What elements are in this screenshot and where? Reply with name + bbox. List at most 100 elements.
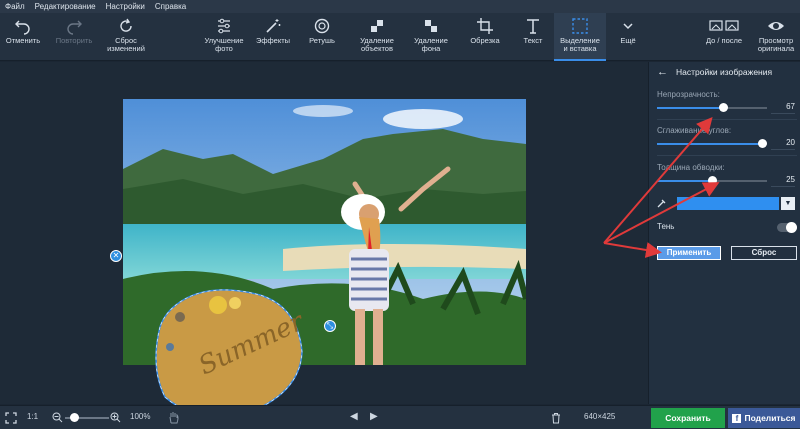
resize-handle[interactable]: ⤡ [324,320,336,332]
status-bar: 1:1 100% ◀ ▶ 640×425 Сохранить f Поделит… [0,405,800,429]
redo-label: Повторить [55,36,93,45]
shadow-label: Тень [657,222,675,231]
text-button[interactable]: Текст [512,13,554,61]
menu-file[interactable]: Файл [0,2,30,11]
remove-objects-label: Удаление объектов [360,36,394,53]
selection-icon [572,18,588,34]
eye-icon [768,22,784,30]
undo-icon [15,20,30,35]
reset-icon [120,18,132,32]
summer-sticker[interactable]: Summer [140,287,305,422]
panel-title: Настройки изображения [676,67,773,77]
stroke-color-swatch[interactable] [677,196,779,210]
before-after-button[interactable]: До / после [698,13,750,61]
zoom-out-icon[interactable] [52,412,63,423]
zoom-knob[interactable] [70,413,79,422]
menu-edit[interactable]: Редактирование [30,2,101,11]
crop-button[interactable]: Обрезка [462,13,508,61]
photo-editor-window: Файл Редактирование Настройки Справка От… [0,0,800,429]
retouch-icon [314,18,330,34]
enhance-button[interactable]: Улучшение фото [198,13,250,61]
toolbar: Отменить Повторить Сброс изменений Улучш… [0,13,800,61]
image-settings-panel: ← Настройки изображения Непрозрачность: … [648,62,800,404]
shadow-toggle[interactable] [777,222,797,233]
undo-label: Отменить [5,36,41,45]
canvas-area[interactable]: Summer ✕ ⤡ [0,62,648,418]
stroke-color-row: ▼ [657,196,797,210]
select-insert-button[interactable]: Выделение и вставка [554,13,606,61]
smoothing-knob[interactable] [758,139,767,148]
opacity-value[interactable]: 67 [771,102,795,114]
ratio-button[interactable]: 1:1 [27,412,38,421]
back-arrow-icon[interactable]: ← [657,66,668,78]
trash-icon[interactable] [551,412,561,424]
remove-objects-button[interactable]: Удаление объектов [352,13,402,61]
smoothing-value[interactable]: 20 [771,138,795,150]
undo-button[interactable]: Отменить [2,13,44,61]
effects-button[interactable]: Эффекты [250,13,296,61]
opacity-slider: Непрозрачность: 67 [657,90,797,115]
before-after-label: До / после [705,36,743,45]
hand-icon[interactable] [168,411,180,424]
retouch-label: Ретушь [309,36,335,45]
view-original-label: Просмотр оригинала [757,36,795,53]
remove-objects-icon [371,20,383,32]
stroke-width-slider: Толщина обводки: 25 [657,163,797,188]
reset-changes-label: Сброс изменений [107,36,145,53]
text-icon [527,19,539,34]
menu-help[interactable]: Справка [150,2,191,11]
remove-background-icon [425,20,437,32]
sliders-icon [218,18,230,34]
reset-changes-button[interactable]: Сброс изменений [100,13,152,61]
divider [657,119,797,120]
stroke-width-knob[interactable] [708,176,717,185]
previous-image-icon[interactable]: ◀ [350,411,358,422]
image-dimensions: 640×425 [584,412,616,421]
stroke-width-label: Толщина обводки: [657,163,725,172]
stroke-width-value[interactable]: 25 [771,175,795,187]
smoothing-slider-row: 20 [657,137,797,151]
select-insert-label: Выделение и вставка [560,36,600,53]
delete-handle[interactable]: ✕ [110,250,122,262]
remove-background-label: Удаление фона [414,36,448,53]
facebook-icon: f [732,413,742,423]
smoothing-slider: Сглаживание углов: 20 [657,126,797,151]
redo-button[interactable]: Повторить [50,13,98,61]
remove-background-button[interactable]: Удаление фона [406,13,456,61]
crop-label: Обрезка [470,36,500,45]
text-label: Текст [523,36,543,45]
eyedropper-icon[interactable] [657,198,667,208]
menu-bar: Файл Редактирование Настройки Справка [0,0,800,13]
chevron-down-icon [623,23,633,30]
opacity-label: Непрозрачность: [657,90,720,99]
divider [657,155,797,156]
opacity-knob[interactable] [719,103,728,112]
retouch-button[interactable]: Ретушь [300,13,344,61]
stroke-width-slider-row: 25 [657,174,797,188]
color-dropdown-button[interactable]: ▼ [781,196,795,210]
share-label: Поделиться [744,413,796,423]
next-image-icon[interactable]: ▶ [370,411,378,422]
smoothing-fill [657,143,762,145]
stroke-width-fill [657,180,712,182]
opacity-slider-row: 67 [657,101,797,115]
share-button[interactable]: f Поделиться [728,408,800,428]
panel-header: ← Настройки изображения [657,66,772,78]
enhance-label: Улучшение фото [204,36,244,53]
fullscreen-icon[interactable] [5,412,17,424]
view-original-button[interactable]: Просмотр оригинала [752,13,800,61]
zoom-level: 100% [130,412,151,421]
more-button[interactable]: Ещё [612,13,644,61]
save-button[interactable]: Сохранить [651,408,725,428]
more-label: Ещё [620,36,636,45]
smoothing-label: Сглаживание углов: [657,126,732,135]
crop-icon [477,18,493,34]
redo-icon [67,20,82,35]
opacity-fill [657,107,723,109]
menu-settings[interactable]: Настройки [101,2,150,11]
zoom-in-icon[interactable] [110,412,121,423]
apply-button[interactable]: Применить [657,246,721,260]
before-after-icon [709,20,739,31]
effects-label: Эффекты [255,36,291,45]
reset-button[interactable]: Сброс [731,246,797,260]
